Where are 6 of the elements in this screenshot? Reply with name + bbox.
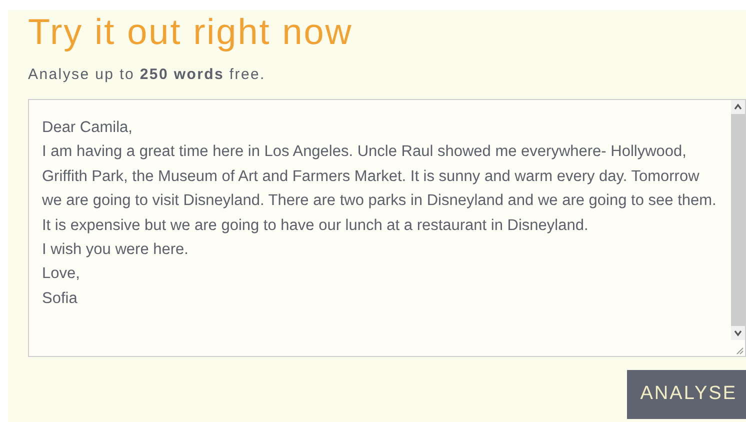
heading: Try it out right now xyxy=(28,10,354,54)
resize-grip-icon[interactable] xyxy=(736,347,744,355)
subtitle: Analyse up to 250 words free. xyxy=(28,66,266,83)
analyse-button[interactable]: ANALYSE xyxy=(627,370,746,419)
scrollbar[interactable] xyxy=(731,100,745,340)
text-field[interactable]: Dear Camila, I am having a great time here in Los Angeles. Uncle Raul showed me everywhere- Hollywood, Griffith Park, the Museum of Art and Farmers Market. It is sunny and warm every day. Tomorrow we are going to visit Disneyland. There are two parks in Disneyland and we are going to see them. It is expensive but we are going to have our lunch at a restaurant in Disneyland. I wish you were here. Love, Sofia xyxy=(28,99,746,357)
